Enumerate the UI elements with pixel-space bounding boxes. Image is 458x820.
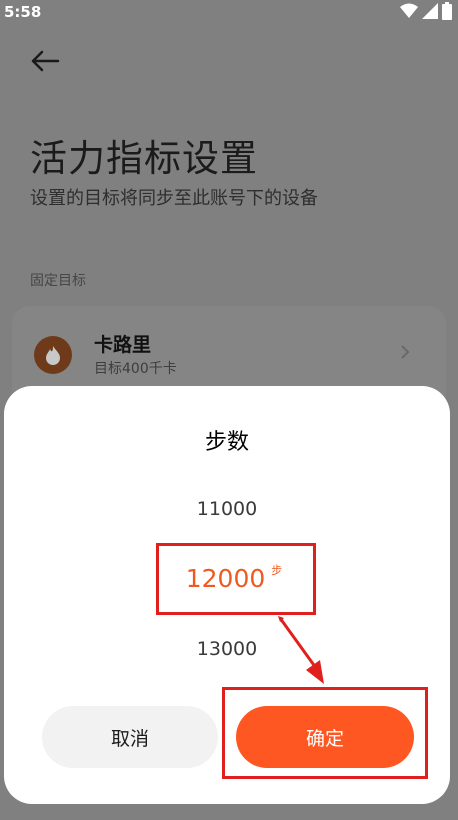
page-subtitle: 设置的目标将同步至此账号下的设备: [30, 188, 318, 209]
section-label: 固定目标: [30, 273, 86, 289]
card-title: 卡路里: [94, 334, 152, 356]
back-button[interactable]: [28, 44, 68, 84]
signal-icon: [422, 3, 438, 19]
confirm-button[interactable]: 确定: [236, 706, 414, 768]
selected-unit: 步: [271, 564, 283, 577]
picker-option-prev[interactable]: 11000: [4, 498, 450, 520]
arrow-left-icon: [31, 50, 60, 72]
status-time: 5:58: [4, 3, 42, 21]
flame-icon: [34, 336, 72, 374]
card-subtitle: 目标400千卡: [94, 361, 177, 377]
status-bar: 5:58: [0, 0, 458, 24]
picker-option-next[interactable]: 13000: [4, 638, 450, 660]
sheet-title: 步数: [204, 430, 249, 455]
steps-picker-sheet: 步数 11000 12000 步 13000 取消 确定: [4, 386, 450, 804]
chevron-right-icon: [400, 344, 410, 364]
picker-option-selected[interactable]: 12000 步: [156, 543, 312, 613]
page-title: 活力指标设置: [30, 137, 258, 180]
wifi-icon: [400, 3, 418, 18]
selected-value: 12000: [185, 563, 266, 593]
battery-icon: [442, 2, 452, 20]
status-icons: [400, 2, 452, 20]
cancel-button[interactable]: 取消: [42, 706, 218, 768]
